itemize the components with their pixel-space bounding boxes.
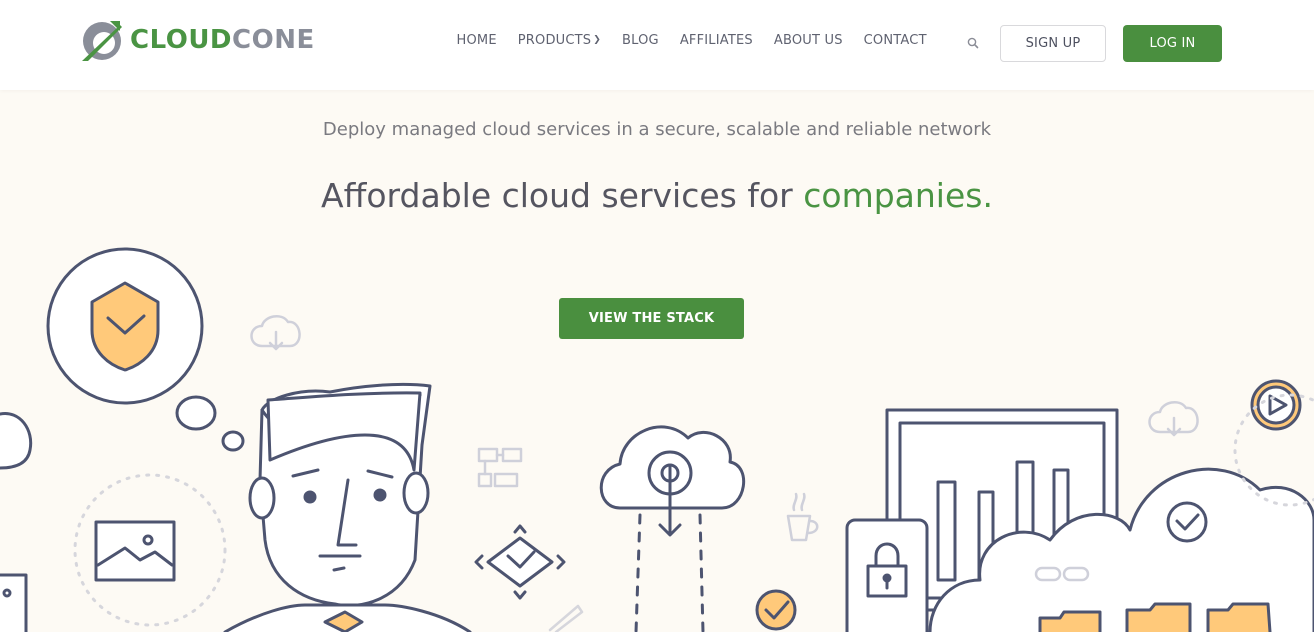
nav-contact[interactable]: CONTACT bbox=[864, 33, 927, 48]
brand-name-part2: CONE bbox=[232, 25, 315, 55]
signup-button[interactable]: SIGN UP bbox=[1000, 25, 1106, 62]
image-frame-icon bbox=[73, 473, 227, 627]
nav-about-us[interactable]: ABOUT US bbox=[774, 33, 843, 48]
coffee-cup-icon bbox=[786, 492, 819, 542]
monitor-chart-icon bbox=[885, 408, 1119, 612]
nav-affiliates[interactable]: AFFILIATES bbox=[680, 33, 753, 48]
check-circle-icon bbox=[755, 589, 797, 631]
brand-name-part1: CLOUD bbox=[130, 25, 233, 55]
shield-thought-bubble-icon bbox=[46, 247, 245, 452]
link-icon bbox=[1034, 566, 1090, 582]
login-button[interactable]: LOG IN bbox=[1123, 25, 1222, 62]
brand-logo[interactable]: CLOUDCONE bbox=[80, 16, 315, 64]
diamond-check-icon bbox=[474, 524, 566, 600]
nav-products-label: PRODUCTS bbox=[517, 33, 592, 48]
view-the-stack-button[interactable]: VIEW THE STACK bbox=[559, 298, 744, 339]
play-button-icon bbox=[1250, 379, 1302, 431]
person-character-icon bbox=[223, 382, 472, 632]
hero-headline-prefix: Affordable cloud services for bbox=[321, 176, 804, 215]
chevron-down-icon: ❯ bbox=[593, 35, 601, 45]
cloudcone-logo-icon bbox=[82, 21, 122, 61]
hero-headline: Affordable cloud services for companies. bbox=[0, 176, 1314, 215]
hero-subtitle: Deploy managed cloud services in a secur… bbox=[322, 119, 992, 140]
nav-products[interactable]: PRODUCTS ❯ bbox=[518, 33, 601, 48]
folders-icon bbox=[1038, 602, 1272, 632]
site-header: CLOUDCONE HOME PRODUCTS ❯ BLOG AFFILIATES… bbox=[0, 0, 1314, 90]
cloud-upload-icon bbox=[599, 425, 746, 632]
main-nav: HOME PRODUCTS ❯ BLOG AFFILIATES ABOUT US … bbox=[446, 33, 937, 48]
check-circle-outline-icon bbox=[1166, 501, 1208, 543]
cloud-download-icon bbox=[250, 314, 301, 351]
nav-blog[interactable]: BLOG bbox=[622, 33, 659, 48]
search-icon[interactable] bbox=[966, 36, 980, 50]
brand-name: CLOUDCONE bbox=[130, 25, 315, 55]
padlock-phone-icon bbox=[845, 518, 929, 632]
flowchart-icon bbox=[477, 447, 523, 488]
nav-home[interactable]: HOME bbox=[457, 33, 497, 48]
hero-headline-accent: companies. bbox=[803, 176, 993, 215]
